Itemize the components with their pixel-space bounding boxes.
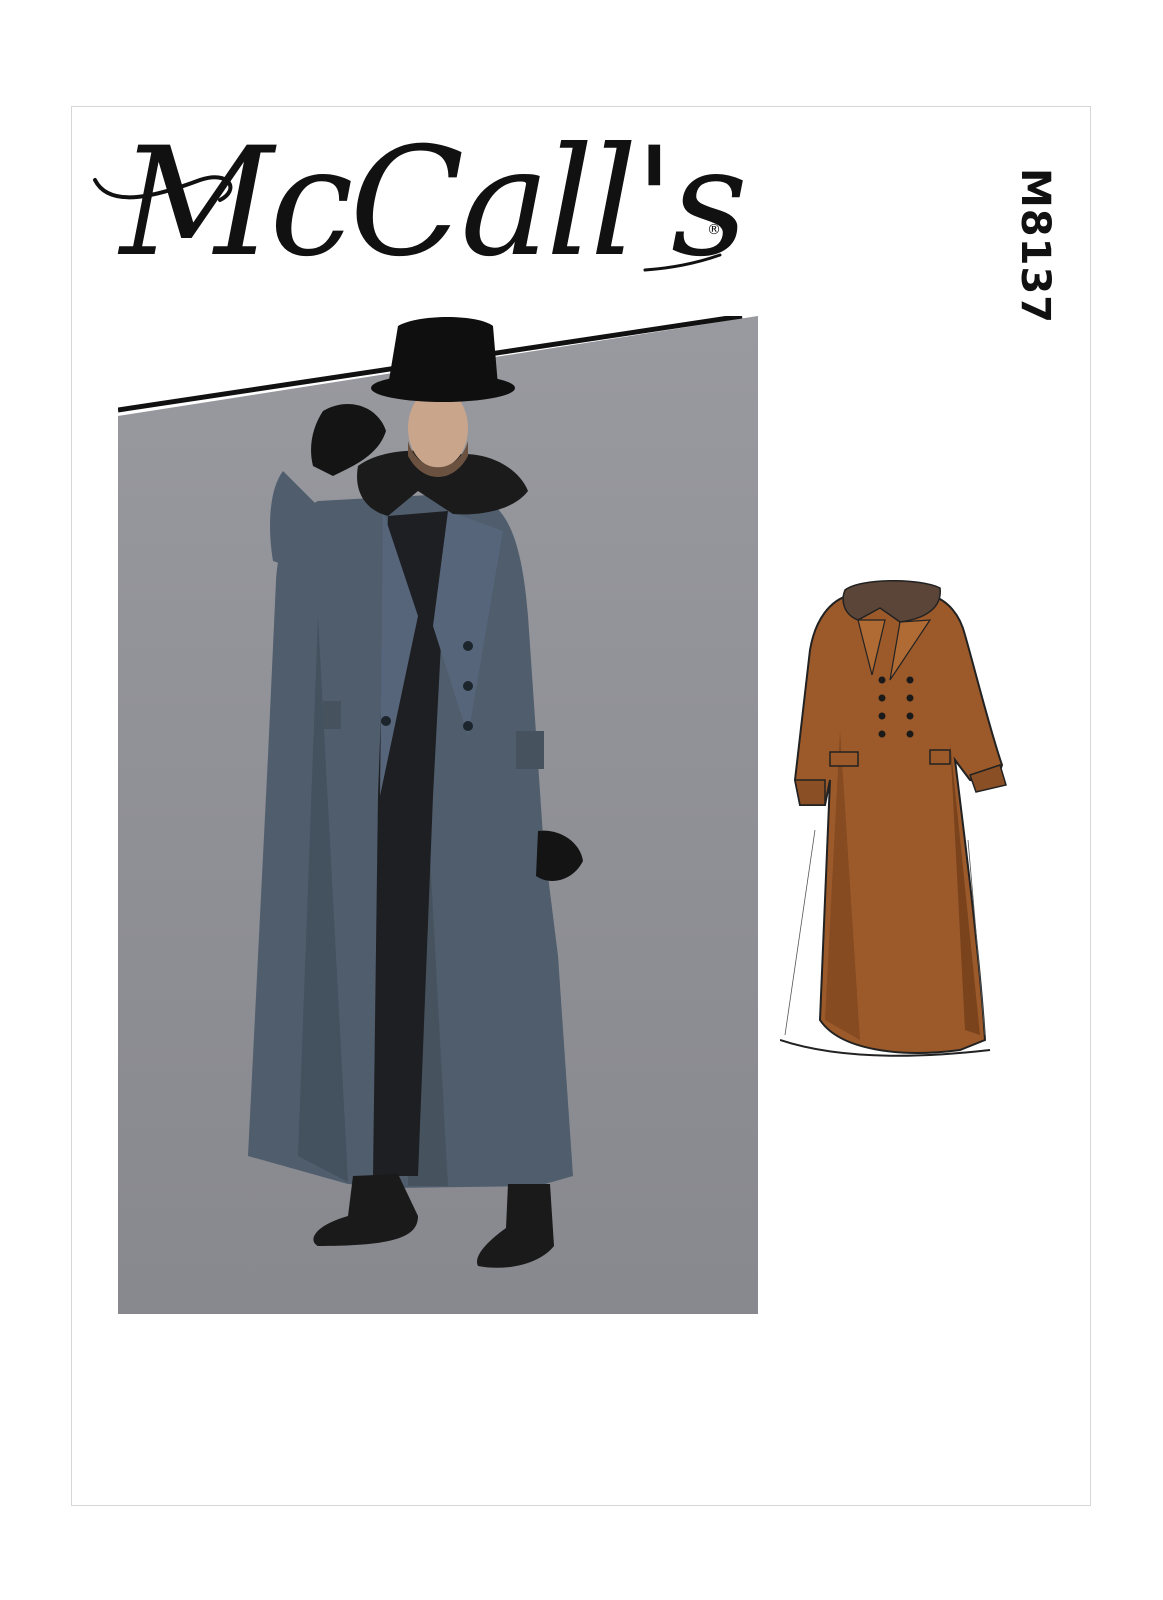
pattern-number: M8137 [1012,168,1058,325]
coat-sketch [780,580,1007,1057]
model-photo [118,316,758,1314]
brand-logo-flourish-icon [93,175,722,272]
